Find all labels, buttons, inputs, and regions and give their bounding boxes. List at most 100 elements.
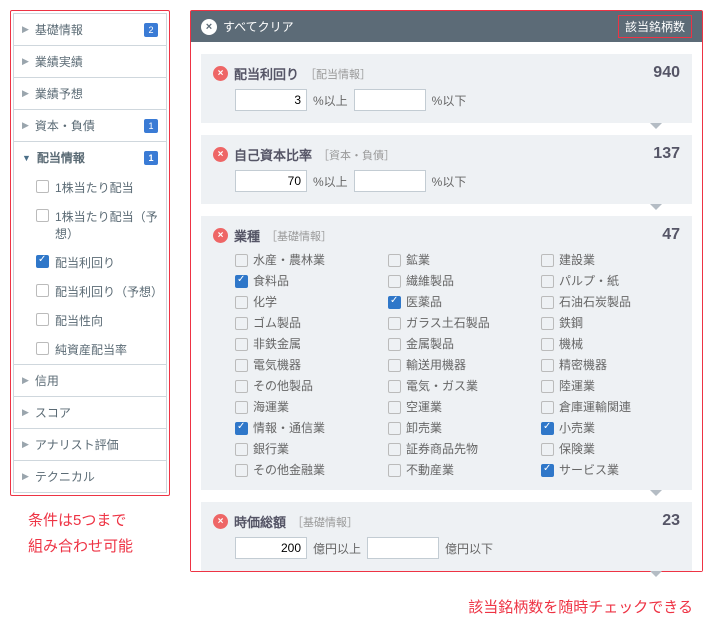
chevron-right-icon: ▶ (22, 375, 29, 386)
category-4[interactable]: ▼配当情報1 (14, 142, 166, 173)
industry-option[interactable]: 電気機器 (235, 356, 374, 373)
max-input[interactable] (354, 89, 426, 111)
sub-item-5[interactable]: 純資産配当率 (14, 335, 166, 364)
industry-option[interactable]: 化学 (235, 293, 374, 310)
sub-item-1[interactable]: 1株当たり配当（予想） (14, 202, 166, 248)
industry-option[interactable]: 海運業 (235, 398, 374, 415)
checkbox-icon (388, 254, 401, 267)
chevron-right-icon: ▶ (22, 407, 29, 418)
category-5[interactable]: ▶信用 (14, 365, 166, 396)
industry-option[interactable]: 不動産業 (388, 461, 527, 478)
category-0[interactable]: ▶基礎情報2 (14, 14, 166, 45)
checkbox-icon (388, 443, 401, 456)
sub-item-4[interactable]: 配当性向 (14, 306, 166, 335)
max-input[interactable] (367, 537, 439, 559)
option-label: 情報・通信業 (253, 419, 325, 436)
category-3[interactable]: ▶資本・負債1 (14, 110, 166, 141)
industry-option[interactable]: 卸売業 (388, 419, 527, 436)
category-2[interactable]: ▶ 業績予想 (14, 78, 166, 109)
option-label: 小売業 (559, 419, 595, 436)
filter-group: ［基礎情報］ (292, 514, 358, 530)
remove-filter-button[interactable]: × (213, 66, 228, 81)
remove-filter-button[interactable]: × (213, 514, 228, 529)
industry-option[interactable]: 電気・ガス業 (388, 377, 527, 394)
category-8[interactable]: ▶テクニカル (14, 461, 166, 492)
industry-option[interactable]: ゴム製品 (235, 314, 374, 331)
sub-item-2[interactable]: 配当利回り (14, 248, 166, 277)
industry-option[interactable]: パルプ・紙 (541, 272, 680, 289)
filter-title: 配当利回り (234, 64, 299, 83)
filter-card-3: ×時価総額［基礎情報］23億円以上億円以下 (201, 502, 692, 571)
match-count: 137 (653, 145, 680, 163)
industry-option[interactable]: 輸送用機器 (388, 356, 527, 373)
checkbox-icon (388, 464, 401, 477)
industry-option[interactable]: 金属製品 (388, 335, 527, 352)
option-label: ガラス土石製品 (406, 314, 490, 331)
checkbox-icon (541, 296, 554, 309)
checkbox-icon (541, 422, 554, 435)
checkbox-icon (36, 209, 49, 222)
category-7[interactable]: ▶アナリスト評価 (14, 429, 166, 460)
industry-option[interactable]: 銀行業 (235, 440, 374, 457)
annotation-left: 条件は5つまで 組み合わせ可能 (28, 508, 170, 559)
sub-item-label: 純資産配当率 (55, 341, 127, 358)
industry-option[interactable]: 証券商品先物 (388, 440, 527, 457)
sub-item-0[interactable]: 1株当たり配当 (14, 173, 166, 202)
industry-option[interactable]: 小売業 (541, 419, 680, 436)
industry-option[interactable]: 精密機器 (541, 356, 680, 373)
industry-option[interactable]: ガラス土石製品 (388, 314, 527, 331)
checkbox-icon (388, 380, 401, 393)
chevron-right-icon: ▶ (22, 439, 29, 450)
filter-card-0: ×配当利回り［配当情報］940%以上%以下 (201, 54, 692, 123)
checkbox-icon (36, 313, 49, 326)
sub-item-label: 1株当たり配当 (55, 179, 134, 196)
industry-option[interactable]: 食料品 (235, 272, 374, 289)
option-label: 陸運業 (559, 377, 595, 394)
max-input[interactable] (354, 170, 426, 192)
checkbox-icon (388, 275, 401, 288)
min-input[interactable] (235, 89, 307, 111)
industry-option[interactable]: 空運業 (388, 398, 527, 415)
category-6[interactable]: ▶スコア (14, 397, 166, 428)
industry-option[interactable]: 水産・農林業 (235, 251, 374, 268)
min-input[interactable] (235, 537, 307, 559)
industry-option[interactable]: サービス業 (541, 461, 680, 478)
industry-option[interactable]: 繊維製品 (388, 272, 527, 289)
remove-filter-button[interactable]: × (213, 228, 228, 243)
category-1[interactable]: ▶業績実績 (14, 46, 166, 77)
category-label: 業績実績 (35, 53, 158, 70)
category-label: 業績予想 (35, 85, 158, 102)
filter-group: ［基礎情報］ (266, 228, 332, 244)
industry-option[interactable]: 保険業 (541, 440, 680, 457)
industry-option[interactable]: その他製品 (235, 377, 374, 394)
option-label: 水産・農林業 (253, 251, 325, 268)
industry-option[interactable]: 非鉄金属 (235, 335, 374, 352)
min-input[interactable] (235, 170, 307, 192)
checkbox-icon (541, 380, 554, 393)
industry-option[interactable]: 機械 (541, 335, 680, 352)
checkbox-icon (235, 338, 248, 351)
industry-option[interactable]: 情報・通信業 (235, 419, 374, 436)
chevron-right-icon: ▶ (22, 88, 29, 99)
industry-option[interactable]: 建設業 (541, 251, 680, 268)
clear-all-button[interactable]: × (201, 19, 217, 35)
category-label: テクニカル (35, 468, 158, 485)
option-label: 保険業 (559, 440, 595, 457)
industry-option[interactable]: 石油石炭製品 (541, 293, 680, 310)
industry-option[interactable]: 倉庫運輸関連 (541, 398, 680, 415)
filter-card-2: ×業種［基礎情報］47水産・農林業鉱業建設業食料品繊維製品パルプ・紙化学医薬品石… (201, 216, 692, 490)
option-label: 食料品 (253, 272, 289, 289)
option-label: 不動産業 (406, 461, 454, 478)
clear-all-label[interactable]: すべてクリア (223, 18, 294, 35)
industry-option[interactable]: 鉱業 (388, 251, 527, 268)
remove-filter-button[interactable]: × (213, 147, 228, 162)
industry-option[interactable]: 陸運業 (541, 377, 680, 394)
sub-item-3[interactable]: 配当利回り（予想） (14, 277, 166, 306)
industry-option[interactable]: 医薬品 (388, 293, 527, 310)
filter-title: 時価総額 (234, 512, 286, 531)
checkbox-icon (36, 180, 49, 193)
unit-label: %以上 (313, 173, 348, 190)
industry-option[interactable]: 鉄鋼 (541, 314, 680, 331)
industry-option[interactable]: その他金融業 (235, 461, 374, 478)
option-label: その他金融業 (253, 461, 325, 478)
